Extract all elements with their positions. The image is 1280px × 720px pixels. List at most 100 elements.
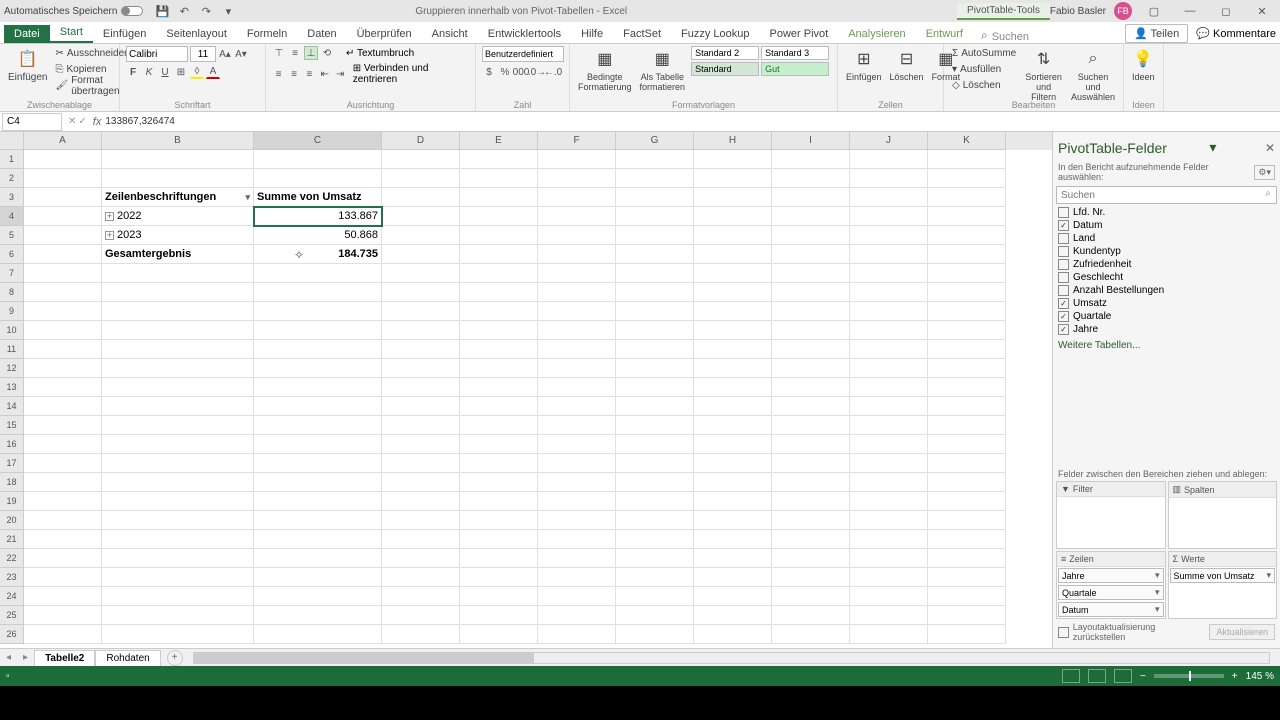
cell[interactable]	[772, 473, 850, 492]
cell[interactable]	[850, 169, 928, 188]
field-checkbox[interactable]: ✓	[1058, 324, 1069, 335]
cell[interactable]	[772, 625, 850, 644]
search-label[interactable]: Suchen	[992, 31, 1029, 43]
cell[interactable]	[694, 169, 772, 188]
cell[interactable]: +2022	[102, 207, 254, 226]
cell[interactable]	[928, 188, 1006, 207]
cell[interactable]: Summe von Umsatz	[254, 188, 382, 207]
fill-color-button[interactable]: ◊	[190, 65, 204, 79]
tab-entwicklertools[interactable]: Entwicklertools	[478, 25, 571, 43]
cell[interactable]	[254, 568, 382, 587]
cell[interactable]	[460, 606, 538, 625]
field-checkbox[interactable]	[1058, 285, 1069, 296]
save-icon[interactable]: 💾	[155, 4, 169, 18]
ideas-button[interactable]: 💡Ideen	[1130, 46, 1157, 84]
cell[interactable]	[24, 245, 102, 264]
cell[interactable]	[694, 207, 772, 226]
search-icon[interactable]: ⌕	[981, 28, 988, 43]
cell[interactable]	[460, 454, 538, 473]
cell[interactable]	[616, 150, 694, 169]
cell[interactable]	[382, 169, 460, 188]
cell[interactable]	[616, 378, 694, 397]
cell[interactable]	[694, 359, 772, 378]
cell[interactable]	[694, 150, 772, 169]
cond-format-button[interactable]: ▦Bedingte Formatierung	[576, 46, 634, 94]
cell[interactable]	[24, 378, 102, 397]
cell[interactable]: 133.867	[254, 207, 382, 226]
cell[interactable]	[694, 302, 772, 321]
cell[interactable]	[382, 245, 460, 264]
comments-button[interactable]: 💬 Kommentare	[1196, 27, 1276, 40]
cell[interactable]	[928, 416, 1006, 435]
cell[interactable]	[538, 321, 616, 340]
row-header[interactable]: 5	[0, 226, 24, 245]
cell[interactable]	[102, 606, 254, 625]
cell[interactable]	[694, 587, 772, 606]
cell[interactable]	[460, 568, 538, 587]
cell[interactable]	[616, 397, 694, 416]
cell[interactable]	[24, 359, 102, 378]
row-header[interactable]: 6	[0, 245, 24, 264]
col-header-g[interactable]: G	[616, 132, 694, 150]
field-item[interactable]: Land	[1056, 232, 1277, 245]
columns-area[interactable]: ▥Spalten	[1168, 481, 1278, 549]
tab-hilfe[interactable]: Hilfe	[571, 25, 613, 43]
cell[interactable]	[538, 283, 616, 302]
cell[interactable]	[772, 359, 850, 378]
cell[interactable]	[772, 568, 850, 587]
cell[interactable]	[850, 264, 928, 283]
cell[interactable]	[538, 188, 616, 207]
cell[interactable]	[772, 245, 850, 264]
cell[interactable]	[928, 264, 1006, 283]
fieldpane-gear-icon[interactable]: ⚙▾	[1254, 165, 1275, 180]
cell[interactable]	[850, 397, 928, 416]
cell[interactable]	[102, 150, 254, 169]
cell[interactable]	[616, 302, 694, 321]
cell[interactable]	[850, 625, 928, 644]
cell[interactable]	[850, 188, 928, 207]
cell[interactable]	[616, 264, 694, 283]
cell[interactable]	[928, 568, 1006, 587]
fieldpane-close-icon[interactable]: ✕	[1265, 141, 1275, 155]
cell[interactable]	[24, 568, 102, 587]
sheet-tab-rohdaten[interactable]: Rohdaten	[95, 650, 160, 667]
cell[interactable]	[850, 549, 928, 568]
cell[interactable]	[850, 340, 928, 359]
cell[interactable]	[616, 321, 694, 340]
cell[interactable]	[382, 264, 460, 283]
cell[interactable]	[772, 435, 850, 454]
cell[interactable]	[382, 416, 460, 435]
cell[interactable]	[772, 549, 850, 568]
cell[interactable]	[772, 511, 850, 530]
fieldpane-settings-icon[interactable]: ▾	[1209, 139, 1216, 156]
cell[interactable]	[254, 264, 382, 283]
field-checkbox[interactable]	[1058, 259, 1069, 270]
cell[interactable]	[616, 454, 694, 473]
cell[interactable]	[102, 340, 254, 359]
rows-area[interactable]: ≡Zeilen Jahre▾ Quartale▾ Datum▾	[1056, 551, 1166, 619]
cell[interactable]	[850, 587, 928, 606]
tab-entwurf[interactable]: Entwurf	[916, 25, 973, 43]
cell[interactable]	[538, 207, 616, 226]
field-item[interactable]: ✓Umsatz	[1056, 297, 1277, 310]
cell[interactable]	[772, 283, 850, 302]
cell[interactable]	[382, 188, 460, 207]
row-header[interactable]: 13	[0, 378, 24, 397]
cell[interactable]	[254, 416, 382, 435]
cell[interactable]	[928, 530, 1006, 549]
cell[interactable]	[616, 245, 694, 264]
cell[interactable]	[850, 511, 928, 530]
cell[interactable]	[102, 473, 254, 492]
border-button[interactable]: ⊞	[174, 65, 188, 79]
cell[interactable]	[538, 511, 616, 530]
cell[interactable]	[616, 549, 694, 568]
spreadsheet-grid[interactable]: A B C D E F G H I J K 123Zeilenbeschrift…	[0, 132, 1052, 648]
cell[interactable]	[694, 321, 772, 340]
cell[interactable]	[254, 169, 382, 188]
clear-button[interactable]: ◇ Löschen	[950, 78, 1018, 93]
tab-start[interactable]: Start	[50, 23, 93, 43]
cell[interactable]	[772, 321, 850, 340]
cell[interactable]	[616, 207, 694, 226]
cell[interactable]	[928, 587, 1006, 606]
style-standard2[interactable]: Standard 2	[691, 46, 759, 60]
